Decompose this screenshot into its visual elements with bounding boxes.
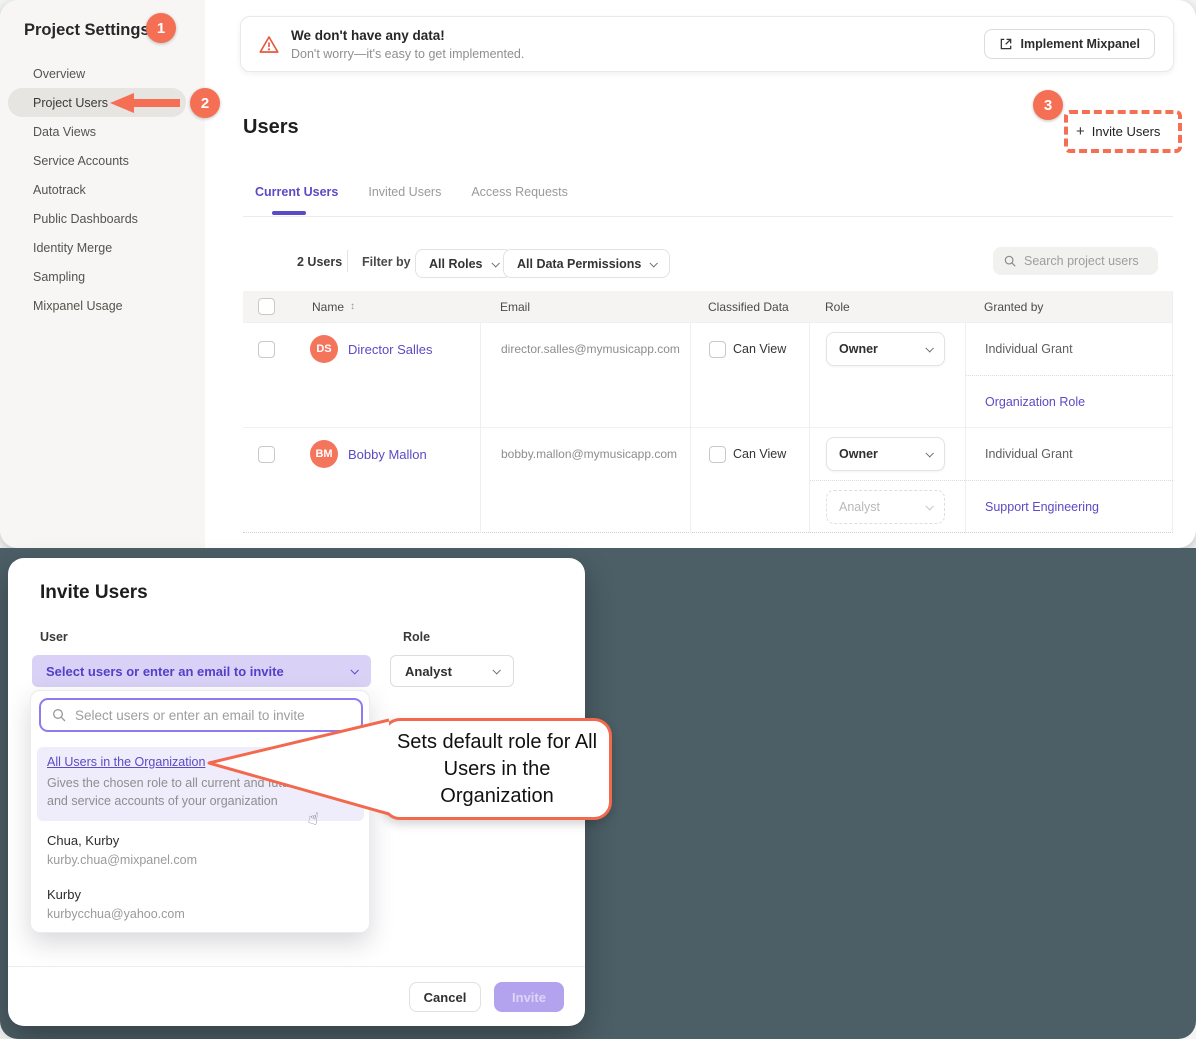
table-row: BM Bobby Mallon bobby.mallon@mymusicapp.… (243, 427, 1172, 532)
users-table: Name ↕ Email Classified Data Role Grante… (243, 291, 1173, 533)
invite-button[interactable]: Invite (494, 982, 564, 1012)
tab-invited-users[interactable]: Invited Users (368, 185, 441, 199)
can-view-label: Can View (733, 447, 786, 461)
select-all-checkbox[interactable] (258, 298, 275, 315)
table-row: DS Director Salles director.salles@mymus… (243, 322, 1172, 427)
settings-sidebar: Project Settings Overview Project Users … (0, 0, 205, 548)
cancel-button[interactable]: Cancel (409, 982, 481, 1012)
page-title: Users (243, 116, 299, 139)
row-checkbox[interactable] (258, 341, 275, 358)
warning-icon (259, 35, 279, 54)
tabs-divider (243, 216, 1173, 217)
chevron-down-icon (925, 449, 933, 457)
banner-text: We don't have any data! Don't worry—it's… (291, 28, 524, 61)
users-count: 2 Users (297, 255, 342, 269)
sidebar-item-service-accounts[interactable]: Service Accounts (0, 146, 205, 175)
tab-current-users[interactable]: Current Users (255, 185, 338, 199)
external-link-icon (999, 37, 1013, 51)
role-select[interactable]: Analyst (390, 655, 514, 687)
support-engineering-link[interactable]: Support Engineering (985, 500, 1099, 514)
chevron-down-icon (491, 259, 499, 267)
granted-by-value: Individual Grant (985, 447, 1073, 461)
users-tabs: Current Users Invited Users Access Reque… (255, 185, 568, 199)
organization-role-link[interactable]: Organization Role (985, 395, 1085, 409)
table-header: Name ↕ Email Classified Data Role Grante… (243, 291, 1172, 322)
user-name-link[interactable]: Director Salles (348, 342, 433, 357)
step-badge-1: 1 (146, 13, 176, 43)
can-view-checkbox[interactable] (709, 341, 726, 358)
can-view-checkbox[interactable] (709, 446, 726, 463)
chevron-down-icon (925, 502, 933, 510)
avatar: BM (310, 440, 338, 468)
banner-subtitle: Don't worry—it's easy to get implemented… (291, 47, 524, 61)
no-data-banner: We don't have any data! Don't worry—it's… (240, 16, 1174, 72)
chevron-down-icon (350, 666, 358, 674)
search-input[interactable] (1024, 254, 1144, 268)
step-badge-3: 3 (1033, 90, 1063, 120)
search-icon (51, 707, 67, 723)
dialog-title: Invite Users (40, 582, 148, 604)
sidebar-title: Project Settings (24, 21, 150, 40)
row-checkbox[interactable] (258, 446, 275, 463)
dialog-footer-divider (8, 966, 585, 967)
option-kurby[interactable]: Kurby kurbycchua@yahoo.com (37, 883, 364, 925)
implement-mixpanel-button[interactable]: Implement Mixpanel (984, 29, 1155, 59)
user-name-link[interactable]: Bobby Mallon (348, 447, 427, 462)
sidebar-item-identity-merge[interactable]: Identity Merge (0, 233, 205, 262)
filter-by-label: Filter by (362, 255, 411, 269)
active-tab-underline (272, 211, 306, 215)
column-classified-data: Classified Data (708, 300, 789, 314)
chevron-down-icon (492, 666, 500, 674)
banner-title: We don't have any data! (291, 28, 524, 43)
sidebar-item-overview[interactable]: Overview (0, 59, 205, 88)
search-project-users (993, 247, 1158, 275)
annotation-arrow-left-icon (110, 92, 180, 114)
role-dropdown-disabled[interactable]: Analyst (826, 490, 945, 524)
sidebar-item-public-dashboards[interactable]: Public Dashboards (0, 204, 205, 233)
option-chua-kurby[interactable]: Chua, Kurby kurby.chua@mixpanel.com (37, 829, 364, 871)
chevron-down-icon (925, 344, 933, 352)
sidebar-item-autotrack[interactable]: Autotrack (0, 175, 205, 204)
sort-icon[interactable]: ↕ (350, 301, 355, 312)
sidebar-item-sampling[interactable]: Sampling (0, 262, 205, 291)
sidebar-item-data-views[interactable]: Data Views (0, 117, 205, 146)
user-label: User (40, 630, 68, 644)
tab-access-requests[interactable]: Access Requests (471, 185, 568, 199)
sidebar-item-mixpanel-usage[interactable]: Mixpanel Usage (0, 291, 205, 320)
filter-divider (347, 250, 348, 272)
column-role: Role (825, 300, 850, 314)
all-roles-dropdown[interactable]: All Roles (415, 249, 512, 278)
column-granted-by: Granted by (984, 300, 1043, 314)
callout-tail (203, 712, 393, 822)
user-email: bobby.mallon@mymusicapp.com (481, 428, 690, 481)
user-email: director.salles@mymusicapp.com (481, 323, 690, 376)
column-name: Name (312, 300, 344, 314)
granted-by-value: Individual Grant (985, 342, 1073, 356)
avatar: DS (310, 335, 338, 363)
column-email: Email (500, 300, 530, 314)
all-data-permissions-dropdown[interactable]: All Data Permissions (503, 249, 670, 278)
search-icon (1003, 254, 1017, 268)
screenshot-stage: Project Settings Overview Project Users … (0, 0, 1196, 1039)
role-dropdown[interactable]: Owner (826, 437, 945, 471)
project-settings-card: Project Settings Overview Project Users … (0, 0, 1196, 548)
chevron-down-icon (650, 259, 658, 267)
callout-bubble: Sets default role for All Users in the O… (382, 718, 612, 820)
role-label: Role (403, 630, 430, 644)
role-dropdown[interactable]: Owner (826, 332, 945, 366)
can-view-label: Can View (733, 342, 786, 356)
user-select[interactable]: Select users or enter an email to invite (32, 655, 371, 687)
step-badge-2: 2 (190, 88, 220, 118)
annotation-dashed-highlight (1064, 110, 1182, 153)
